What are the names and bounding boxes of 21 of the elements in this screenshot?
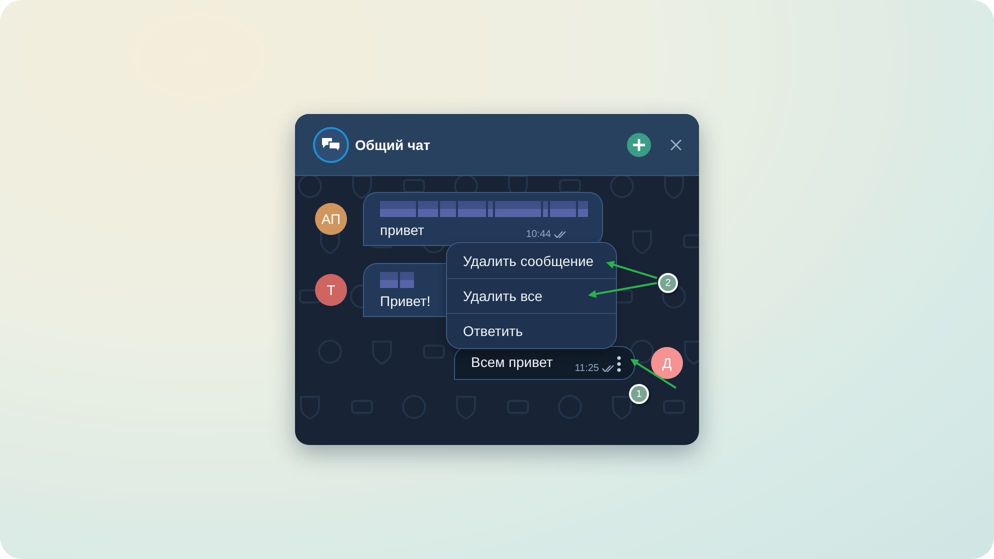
menu-item[interactable]: Удалить все	[447, 278, 616, 313]
message-text: привет	[380, 221, 424, 239]
plus-icon	[633, 138, 645, 150]
blurred-name	[380, 272, 416, 288]
message-time: 11:25	[574, 363, 599, 374]
user-avatar: Д	[651, 347, 683, 379]
message-time: 10:44	[526, 229, 551, 240]
chat-logo-icon	[313, 126, 349, 162]
user-avatar: Т	[315, 274, 347, 306]
window-title: Общий чат	[355, 136, 432, 152]
annotation-arrow	[606, 260, 658, 279]
annotation-arrow	[630, 358, 677, 389]
user-avatar: АП	[315, 203, 347, 235]
more-options-icon[interactable]	[617, 356, 621, 372]
add-button[interactable]	[627, 132, 651, 156]
message-text: Всем привет	[471, 353, 553, 371]
annotation-arrow	[588, 282, 658, 298]
close-icon[interactable]	[669, 138, 683, 152]
menu-item[interactable]: Удалить сообщение	[447, 243, 616, 278]
menu-item[interactable]: Ответить	[447, 313, 616, 348]
message-text: Привет!	[380, 292, 431, 310]
